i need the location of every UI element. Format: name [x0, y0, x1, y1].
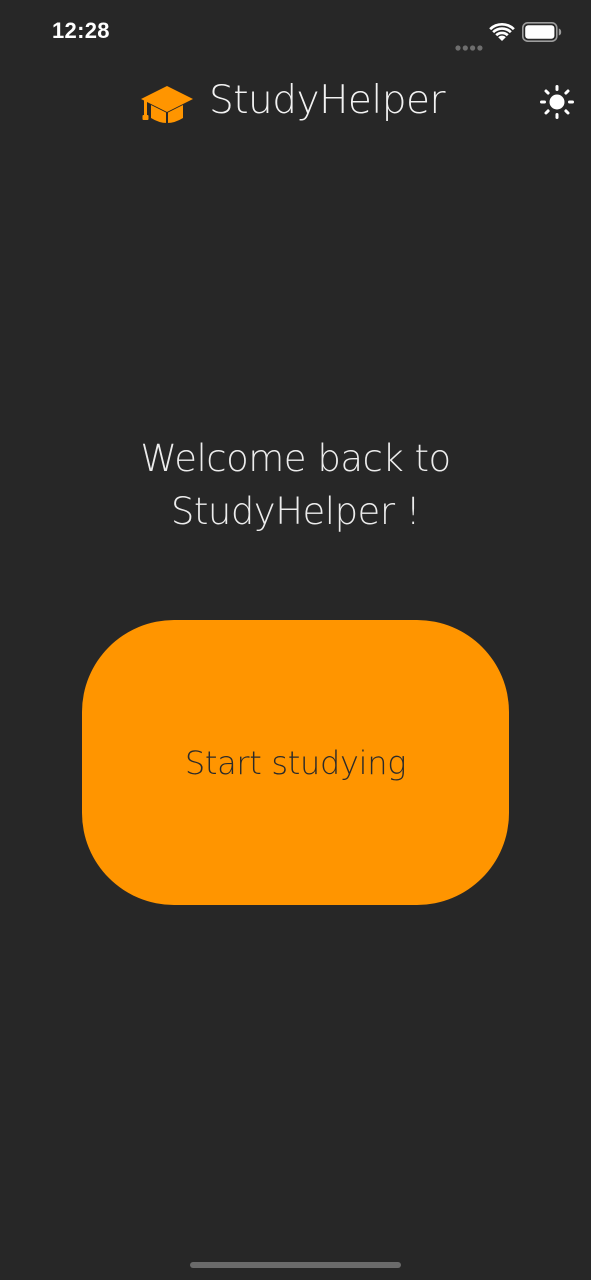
home-indicator[interactable]	[190, 1262, 401, 1268]
status-time: 12:28	[52, 18, 110, 43]
app-title: StudyHelper	[209, 78, 446, 123]
sun-icon[interactable]	[537, 84, 577, 124]
app-header: StudyHelper	[0, 70, 591, 140]
welcome-line-2: StudyHelper !	[170, 490, 421, 533]
start-studying-label: Start studying	[184, 743, 407, 782]
battery-icon	[522, 22, 562, 42]
welcome-line-1: Welcome back to	[140, 437, 451, 480]
start-studying-button[interactable]: Start studying	[82, 620, 509, 905]
graduation-cap-icon	[140, 84, 194, 128]
status-bar: 12:28	[0, 0, 591, 66]
signal-dots-icon	[455, 36, 483, 51]
welcome-message: Welcome back to StudyHelper !	[0, 432, 591, 538]
wifi-icon	[489, 22, 515, 42]
